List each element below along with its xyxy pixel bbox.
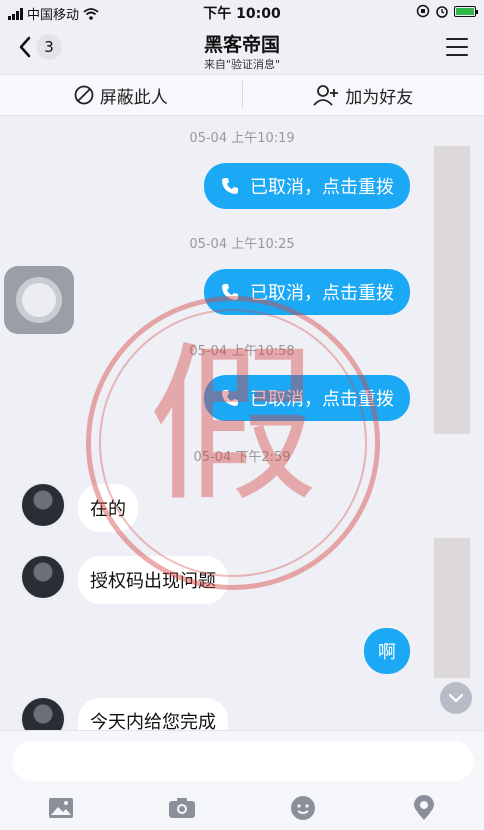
call-cancelled-bubble[interactable]: 已取消，点击重拨: [204, 163, 410, 209]
rotation-lock-icon: [416, 4, 430, 18]
add-friend-button[interactable]: 加为好友: [243, 75, 484, 115]
menu-button[interactable]: [446, 38, 468, 56]
chat-subtitle: 来自"验证消息": [203, 58, 281, 71]
input-toolbar: [0, 793, 484, 823]
emoji-icon: [290, 796, 315, 820]
block-user-label: 屏蔽此人: [99, 87, 168, 108]
fake-stamp-text: 假: [147, 327, 318, 525]
assistive-touch-core: [22, 283, 56, 317]
title-bar: 3 黑客帝国 来自"验证消息": [0, 24, 484, 74]
block-icon: [74, 85, 94, 105]
menu-icon: [446, 38, 468, 40]
menu-icon-line: [446, 46, 468, 48]
status-time: 下午 10:00: [203, 6, 281, 22]
phone-icon: [222, 178, 238, 194]
battery-icon: [454, 5, 478, 17]
incoming-message[interactable]: 在的: [78, 484, 138, 532]
chevron-down-icon: [448, 693, 464, 703]
message-input[interactable]: [12, 741, 474, 781]
call-status-label: 已取消，点击重拨: [250, 283, 394, 304]
assistive-touch-button[interactable]: [4, 266, 74, 334]
phone-icon: [222, 284, 238, 300]
phone-icon: [222, 390, 238, 406]
scroll-strip: [434, 146, 470, 434]
status-right: [416, 4, 478, 18]
incoming-message[interactable]: 授权码出现问题: [78, 556, 228, 604]
message-text: 授权码出现问题: [90, 571, 216, 592]
assistive-touch-ring: [16, 277, 62, 323]
add-friend-label: 加为好友: [345, 87, 414, 108]
emoji-button[interactable]: [289, 794, 317, 822]
call-cancelled-bubble[interactable]: 已取消，点击重拨: [204, 269, 410, 315]
add-friend-icon: [313, 85, 339, 106]
scroll-strip: [434, 538, 470, 678]
message-timestamp: 05-04 下午2:59: [193, 450, 291, 465]
block-user-button[interactable]: 屏蔽此人: [0, 75, 242, 115]
call-status-label: 已取消，点击重拨: [250, 389, 394, 410]
scroll-down-button[interactable]: [440, 682, 472, 714]
location-icon: [413, 795, 434, 820]
camera-button[interactable]: [168, 794, 196, 822]
incoming-message[interactable]: 今天内给您完成: [78, 698, 228, 732]
avatar[interactable]: [20, 482, 66, 528]
outgoing-message[interactable]: 啊: [364, 628, 410, 674]
status-bar: 中国移动 下午 10:00: [0, 0, 484, 24]
message-timestamp: 05-04 上午10:58: [189, 344, 295, 359]
message-text: 在的: [90, 499, 126, 520]
input-bar: [0, 730, 484, 830]
image-button[interactable]: [47, 794, 75, 822]
camera-icon: [168, 798, 195, 818]
call-status-label: 已取消，点击重拨: [250, 177, 394, 198]
message-text: 今天内给您完成: [90, 712, 216, 732]
message-timestamp: 05-04 上午10:25: [189, 237, 295, 252]
alarm-icon: [436, 6, 448, 18]
avatar[interactable]: [20, 554, 66, 600]
call-cancelled-bubble[interactable]: 已取消，点击重拨: [204, 375, 410, 421]
location-button[interactable]: [410, 794, 438, 822]
message-timestamp: 05-04 上午10:19: [189, 131, 295, 146]
chat-title: 黑客帝国: [203, 34, 280, 56]
menu-icon-line: [446, 54, 468, 56]
action-bar: 屏蔽此人 加为好友: [0, 74, 484, 116]
message-text: 啊: [378, 642, 396, 663]
image-icon: [48, 798, 73, 818]
